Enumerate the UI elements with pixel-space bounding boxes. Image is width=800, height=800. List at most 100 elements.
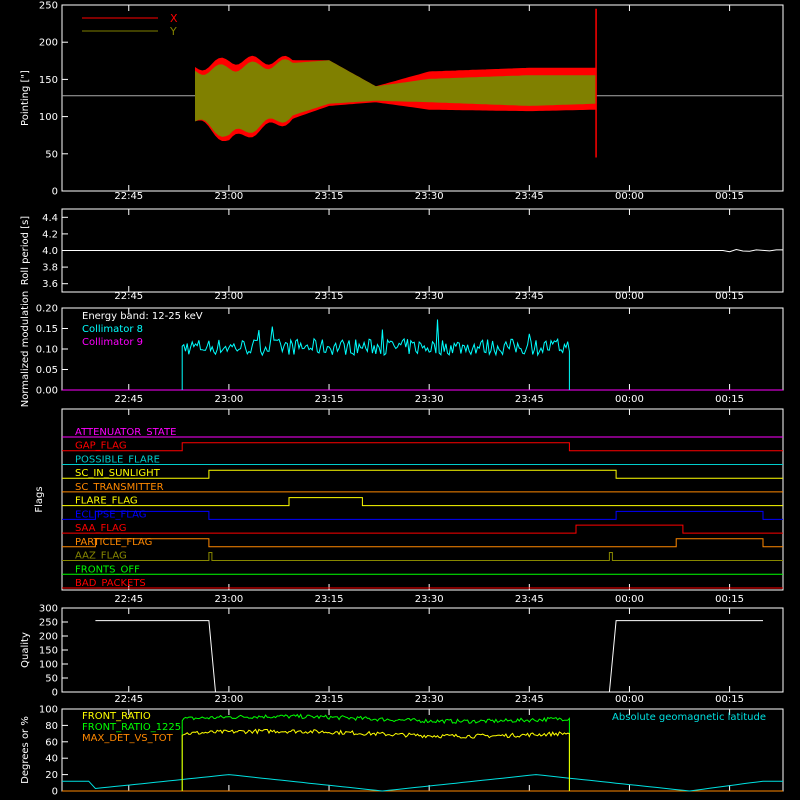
quality-x-tick-label: 23:30	[415, 694, 444, 705]
flags-x-tick-label: 23:15	[315, 594, 344, 605]
pointing-y-tick-label: 100	[39, 112, 58, 123]
pointing-y-tick-label: 0	[52, 187, 58, 198]
quality-y-tick-label: 150	[39, 646, 58, 657]
pointing-y-axis-label: Pointing ["]	[20, 70, 31, 126]
quality-x-tick-label: 00:15	[715, 694, 744, 705]
roll-y-tick-label: 3.8	[42, 263, 58, 274]
ratios-y-tick-label: 0	[52, 787, 58, 798]
flag-label-sc-transmitter: SC_TRANSMITTER	[75, 482, 164, 493]
roll-y-tick-label: 4.0	[42, 246, 58, 257]
quality-line	[95, 620, 763, 693]
roll-period-line	[62, 248, 783, 253]
flag-line-saa-flag	[62, 524, 783, 534]
pointing-legend-label-x: X	[170, 12, 178, 25]
flags-x-tick-label: 23:00	[214, 594, 243, 605]
flag-line-aaz-flag	[62, 552, 783, 561]
ratios-annotation-latitude: Absolute geomagnetic latitude	[612, 712, 766, 723]
flag-line-sc-in-sunlight	[62, 469, 783, 479]
modulation-x-tick-label: 00:00	[615, 394, 644, 405]
roll-x-tick-label: 00:00	[615, 291, 644, 302]
roll-x-tick-label: 23:15	[315, 291, 344, 302]
ratios-y-tick-label: 40	[45, 754, 58, 765]
pointing-y-tick-label: 250	[39, 1, 58, 12]
roll-y-tick-label: 4.4	[42, 213, 58, 224]
modulation-legend-collimator-8: Collimator 8	[82, 324, 143, 335]
roll-y-axis-label: Roll period [s]	[20, 216, 31, 285]
flag-line-flare-flag	[62, 497, 783, 507]
flags-x-tick-label: 22:45	[114, 594, 143, 605]
ratios-legend-front-ratio-1225: FRONT_RATIO_1225	[82, 722, 181, 733]
quality-y-tick-label: 300	[39, 604, 58, 615]
flags-x-tick-label: 23:45	[515, 594, 544, 605]
modulation-y-tick-label: 0.20	[36, 304, 58, 315]
ratios-legend-max-det-vs-tot: MAX_DET_VS_TOT	[82, 733, 174, 744]
flag-label-flare-flag: FLARE_FLAG	[75, 496, 138, 507]
roll-y-tick-label: 4.2	[42, 229, 58, 240]
quality-y-tick-label: 200	[39, 632, 58, 643]
flag-label-aaz-flag: AAZ_FLAG	[75, 551, 127, 562]
pointing-x-tick-label: 00:15	[715, 191, 744, 202]
ratios-y-tick-label: 80	[45, 721, 58, 732]
flags-x-tick-label: 23:30	[415, 594, 444, 605]
quality-x-tick-label: 23:15	[315, 694, 344, 705]
ratios-line-front-ratio	[181, 728, 570, 791]
flag-label-fronts-off: FRONTS_OFF	[75, 564, 140, 575]
ratios-y-tick-label: 60	[45, 737, 58, 748]
pointing-x-tick-label: 23:15	[315, 191, 344, 202]
modulation-y-tick-label: 0.00	[36, 386, 58, 397]
roll-x-tick-label: 22:45	[114, 291, 143, 302]
roll-x-tick-label: 23:45	[515, 291, 544, 302]
ratios-y-tick-label: 20	[45, 770, 58, 781]
modulation-y-tick-label: 0.15	[36, 324, 58, 335]
flag-label-attenuator-state: ATTENUATOR_STATE	[75, 427, 176, 438]
quality-x-tick-label: 23:00	[214, 694, 243, 705]
flag-label-eclipse-flag: ECLIPSE_FLAG	[75, 509, 146, 520]
pointing-x-tick-label: 23:45	[515, 191, 544, 202]
roll-y-tick-label: 3.6	[42, 279, 58, 290]
flag-label-possible-flare: POSSIBLE_FLARE	[75, 454, 160, 465]
time-series-panels: 22:45 23:00 23:15 23:30 23:45 00:00 00:15 0 50 10…	[20, 1, 784, 798]
quality-y-axis-label: Quality	[20, 632, 31, 668]
pointing-x-tick-label: 00:00	[615, 191, 644, 202]
roll-x-tick-label: 00:15	[715, 291, 744, 302]
flags-y-axis-label: Flags	[34, 486, 45, 512]
modulation-legend-collimator-9: Collimator 9	[82, 337, 143, 348]
modulation-x-tick-label: 23:00	[214, 394, 243, 405]
roll-x-tick-label: 23:30	[415, 291, 444, 302]
flags-x-tick-label: 00:00	[615, 594, 644, 605]
modulation-x-tick-label: 23:15	[315, 394, 344, 405]
quality-y-tick-label: 0	[52, 688, 58, 699]
modulation-y-tick-label: 0.05	[36, 365, 58, 376]
flag-line-gap-flag	[62, 442, 783, 452]
flag-label-saa-flag: SAA_FLAG	[75, 523, 126, 534]
pointing-y-tick-label: 150	[39, 75, 58, 86]
flag-label-sc-in-sunlight: SC_IN_SUNLIGHT	[75, 468, 161, 479]
modulation-energy-band-label: Energy band: 12-25 keV	[82, 311, 203, 322]
modulation-collimator-8-line	[181, 319, 570, 390]
modulation-x-tick-label: 23:45	[515, 394, 544, 405]
quality-y-tick-label: 250	[39, 618, 58, 629]
flag-label-bad-packets: BAD_PACKETS	[75, 578, 146, 589]
modulation-x-tick-label: 22:45	[114, 394, 143, 405]
ratios-y-tick-label: 100	[39, 705, 58, 716]
pointing-y-tick-label: 200	[39, 38, 58, 49]
quality-x-tick-label: 23:45	[515, 694, 544, 705]
ratios-y-axis-label: Degrees or %	[20, 716, 31, 784]
flag-line-eclipse-flag	[62, 510, 783, 520]
quality-y-tick-label: 50	[45, 674, 58, 685]
ratios-geomagnetic-latitude-line	[62, 774, 783, 792]
ratios-legend-front-ratio: FRONT_RATIO	[82, 711, 151, 722]
quality-x-tick-label: 00:00	[615, 694, 644, 705]
flag-line-particle-flag	[62, 538, 783, 548]
pointing-x-tick-label: 22:45	[114, 191, 143, 202]
quality-x-tick-label: 22:45	[114, 694, 143, 705]
modulation-x-tick-label: 23:30	[415, 394, 444, 405]
pointing-y-tick-label: 50	[45, 149, 58, 160]
pointing-x-tick-label: 23:00	[214, 191, 243, 202]
pointing-legend-label-y: Y	[169, 25, 177, 38]
quality-y-tick-label: 100	[39, 660, 58, 671]
pointing-x-tick-label: 23:30	[415, 191, 444, 202]
modulation-y-tick-label: 0.10	[36, 345, 58, 356]
ratios-line-front-ratio-1225	[181, 713, 570, 791]
flag-label-particle-flag: PARTICLE_FLAG	[75, 537, 152, 548]
